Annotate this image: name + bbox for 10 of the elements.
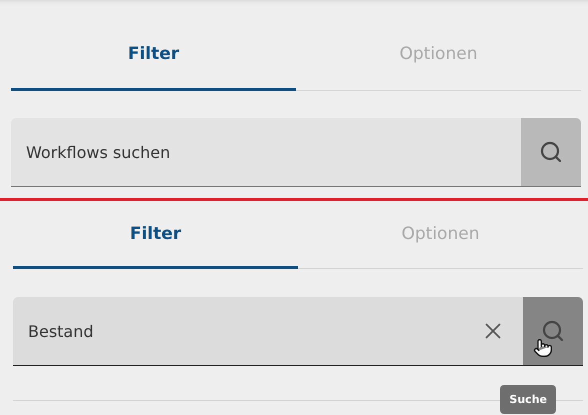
search-button[interactable] [521, 118, 581, 186]
tab[interactable]: Filter [13, 201, 298, 269]
tab[interactable]: Filter [11, 20, 296, 91]
search-icon [539, 140, 563, 164]
search-icon [541, 319, 565, 343]
search-button[interactable] [523, 297, 583, 365]
search-input[interactable]: Bestand [13, 297, 463, 365]
search-field[interactable]: Bestand [13, 297, 583, 366]
hand-cursor-icon [533, 337, 553, 359]
tooltip: Suche [500, 385, 556, 414]
